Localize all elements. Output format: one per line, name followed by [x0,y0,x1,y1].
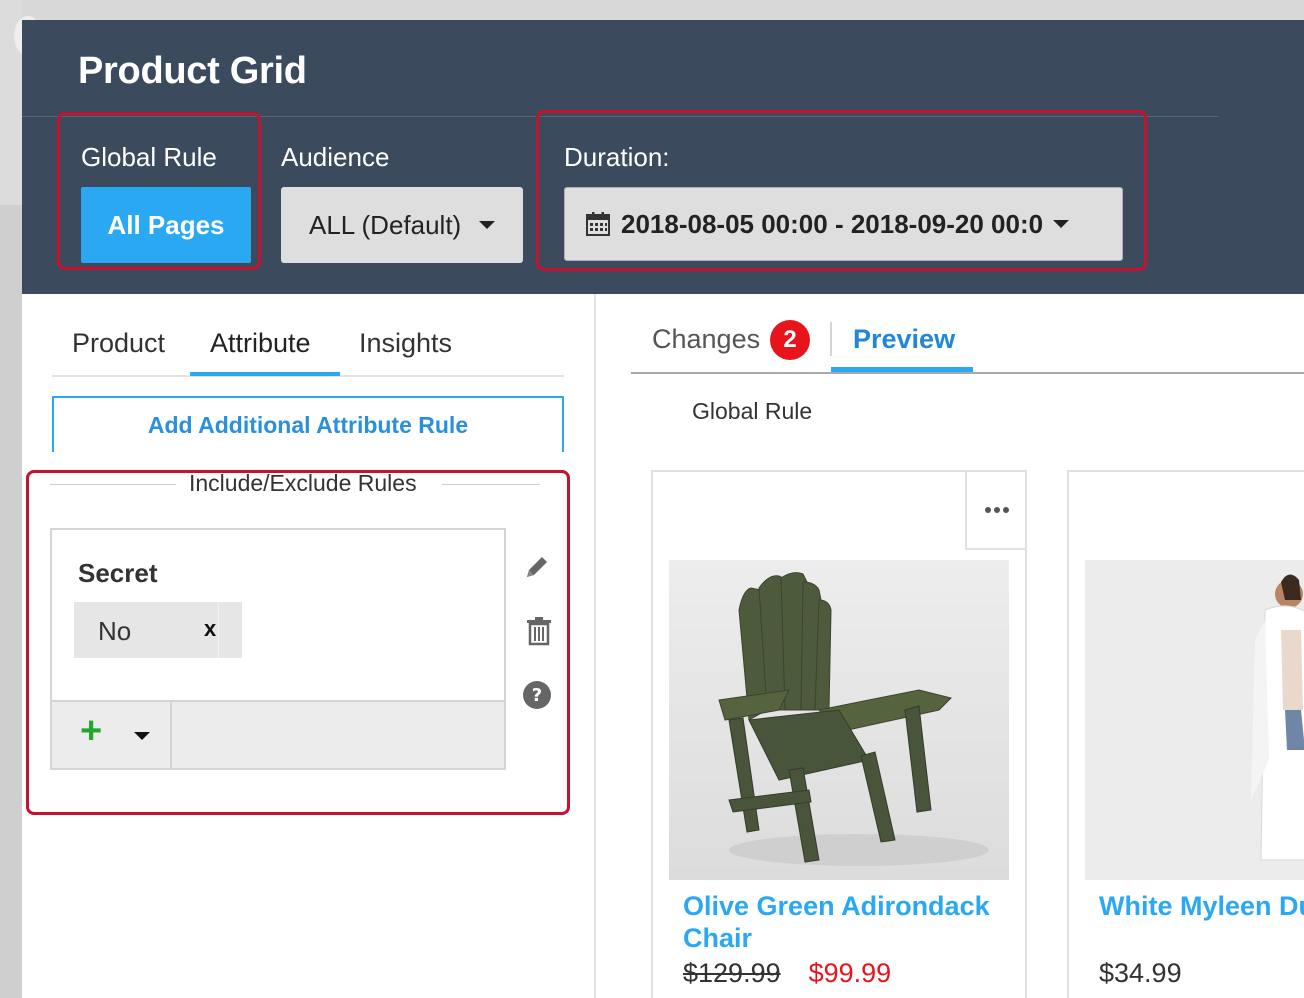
add-condition-button[interactable]: + [52,702,172,770]
left-panel: Product Attribute Insights Add Additiona… [22,294,594,998]
all-pages-button[interactable]: All Pages [81,187,251,263]
product-card[interactable]: Olive Green Adirondack Chair $129.99 $99.… [651,470,1027,998]
tab-separator [830,322,832,356]
svg-text:?: ? [532,685,542,706]
audience-label: Audience [281,142,390,172]
changes-count-badge: 2 [770,320,810,360]
page-title: Product Grid [78,50,307,92]
product-image [1085,560,1304,880]
tab-insights[interactable]: Insights [359,328,452,359]
product-name[interactable]: Olive Green Adirondack Chair [683,890,1003,954]
product-name[interactable]: White Myleen Du Vest [1099,890,1304,922]
add-attribute-rule-button[interactable]: Add Additional Attribute Rule [52,396,564,452]
help-icon[interactable]: ? [522,680,552,710]
chevron-down-icon [479,221,496,229]
trash-icon[interactable] [524,616,554,646]
duration-picker[interactable]: 2018-08-05 00:00 - 2018-09-20 00:0 [564,187,1123,261]
right-panel: Changes 2 Preview Global Rule Olive Gree… [596,294,1304,998]
duration-label: Duration: [564,142,670,172]
header: Product Grid Global Rule All Pages Audie… [22,20,1304,294]
tab-attribute[interactable]: Attribute [210,328,311,359]
plus-icon: + [80,710,103,752]
tab-preview[interactable]: Preview [853,324,955,355]
include-exclude-title: Include/Exclude Rules [189,470,417,496]
remove-value-button[interactable]: x [204,616,216,642]
audience-select[interactable]: ALL (Default) [281,187,523,263]
divider [442,484,540,485]
tab-product[interactable]: Product [72,328,165,359]
sale-price: $99.99 [808,958,892,988]
product-card[interactable]: White Myleen Du Vest $34.99 [1067,470,1304,998]
backdrop [0,0,22,998]
more-icon[interactable] [965,472,1025,550]
product-price: $129.99 $99.99 [683,958,891,989]
tabs-baseline [631,372,1304,374]
product-grid-panel: Product Grid Global Rule All Pages Audie… [22,20,1304,998]
price: $34.99 [1099,958,1182,988]
tab-changes[interactable]: Changes [652,324,760,355]
product-image [669,560,1009,880]
calendar-icon [586,212,610,236]
rule-card: Secret No x + [50,528,506,770]
duration-value: 2018-08-05 00:00 - 2018-09-20 00:0 [621,208,1044,239]
audience-value: ALL (Default) [309,209,462,240]
pencil-icon[interactable] [522,552,552,582]
original-price: $129.99 [683,958,781,988]
chevron-down-icon [134,732,150,740]
chevron-down-icon [1053,220,1070,228]
active-tab-indicator [190,372,340,376]
rule-footer: + [52,700,504,770]
product-price: $34.99 [1099,958,1182,989]
rule-value-chip: No x [74,602,242,658]
rule-name: Secret [78,558,158,588]
divider [50,484,176,485]
global-rule-label: Global Rule [81,142,217,172]
rule-value: No [98,616,132,646]
section-label: Global Rule [692,398,813,424]
active-tab-indicator [831,367,973,372]
